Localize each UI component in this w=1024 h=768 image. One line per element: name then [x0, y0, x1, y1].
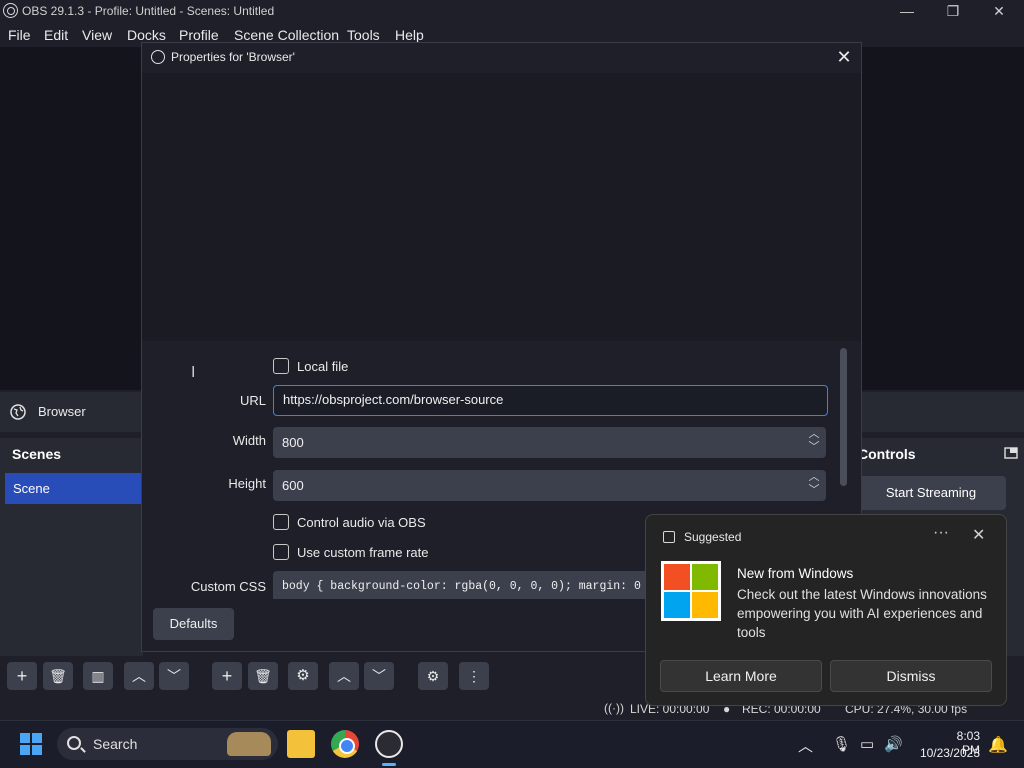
microsoft-logo-icon — [661, 561, 721, 621]
dialog-title: Properties for 'Browser' — [171, 50, 295, 64]
microphone-icon[interactable]: 🎙 — [832, 735, 851, 753]
live-signal-icon: ((·)) — [604, 701, 624, 715]
chevron-down-icon[interactable]: ﹀ — [808, 485, 820, 496]
move-source-up-icon[interactable]: ︿ — [329, 662, 359, 690]
move-scene-up-icon[interactable]: ︿ — [124, 662, 154, 690]
minimize-icon[interactable]: — — [884, 0, 930, 23]
learn-more-button[interactable]: Learn More — [660, 660, 822, 692]
local-file-checkbox[interactable] — [273, 358, 289, 374]
obs-taskbar-icon[interactable] — [375, 730, 403, 758]
menu-docks[interactable]: Docks — [127, 27, 166, 43]
file-explorer-icon[interactable] — [287, 730, 315, 758]
control-audio-checkbox[interactable] — [273, 514, 289, 530]
move-scene-down-icon[interactable]: ﹀ — [159, 662, 189, 690]
custom-css-textarea[interactable]: body { background-color: rgba(0, 0, 0, 0… — [273, 571, 651, 599]
dialog-scrollbar[interactable] — [840, 348, 847, 486]
chevron-down-icon[interactable]: ﹀ — [808, 442, 820, 453]
notification-title: New from Windows — [737, 566, 854, 581]
globe-icon — [10, 404, 26, 420]
custom-frame-rate-checkbox[interactable] — [273, 544, 289, 560]
network-icon[interactable]: ▭ — [860, 735, 874, 753]
volume-icon[interactable]: 🔊 — [884, 735, 903, 753]
window-title: OBS 29.1.3 - Profile: Untitled - Scenes:… — [22, 4, 275, 18]
windows-notification[interactable]: Suggested ··· ✕ New from Windows Check o… — [645, 514, 1007, 706]
mixer-settings-gear-icon[interactable]: ⚙ — [418, 662, 448, 690]
url-input[interactable]: https://obsproject.com/browser-source — [273, 385, 828, 416]
remove-scene-trash-icon[interactable]: 🗑 — [43, 662, 73, 690]
browser-preview — [142, 73, 861, 341]
search-placeholder: Search — [93, 736, 138, 752]
menu-view[interactable]: View — [82, 27, 112, 43]
add-source-button[interactable]: + — [212, 662, 242, 690]
search-icon — [67, 736, 81, 750]
obs-logo-icon — [3, 3, 18, 18]
controls-title: Controls — [858, 446, 916, 462]
source-name: Browser — [38, 404, 86, 419]
controls-dock-header: Controls — [855, 438, 1024, 468]
height-value: 600 — [282, 478, 304, 493]
clock-date[interactable]: 10/23/2023 — [918, 746, 980, 760]
custom-css-label: Custom CSS — [190, 579, 266, 594]
notification-header: Suggested — [684, 530, 742, 544]
url-label: URL — [239, 393, 266, 408]
scene-filters-icon[interactable]: ▥ — [83, 662, 113, 690]
menu-edit[interactable]: Edit — [44, 27, 68, 43]
height-spinbox[interactable]: 600 ︿ ﹀ — [273, 470, 826, 501]
tray-overflow-chevron-icon[interactable]: ︿ — [798, 735, 813, 756]
more-options-icon[interactable]: ··· — [933, 524, 949, 542]
start-streaming-button[interactable]: Start Streaming — [856, 476, 1006, 510]
restore-icon[interactable]: ❐ — [930, 0, 976, 23]
scene-list-item[interactable]: Scene — [5, 473, 142, 504]
chrome-icon[interactable] — [331, 730, 359, 758]
move-source-down-icon[interactable]: ﹀ — [364, 662, 394, 690]
menu-file[interactable]: File — [8, 27, 31, 43]
width-label: Width — [232, 433, 266, 448]
height-label: Height — [228, 476, 266, 491]
menu-profile[interactable]: Profile — [179, 27, 219, 43]
control-audio-label: Control audio via OBS — [297, 515, 426, 530]
obs-logo-icon — [151, 50, 165, 64]
text-cursor-icon: I — [191, 364, 196, 381]
title-bar: OBS 29.1.3 - Profile: Untitled - Scenes:… — [0, 0, 1024, 23]
scenes-dock-header: Scenes — [0, 438, 143, 468]
add-scene-button[interactable]: + — [7, 662, 37, 690]
custom-frame-rate-label: Use custom frame rate — [297, 545, 429, 560]
windows-start-icon[interactable] — [20, 733, 42, 755]
remove-source-trash-icon[interactable]: 🗑 — [248, 662, 278, 690]
menu-tools[interactable]: Tools — [347, 27, 380, 43]
dialog-title-bar: Properties for 'Browser' ✕ — [142, 43, 861, 71]
menu-help[interactable]: Help — [395, 27, 424, 43]
source-properties-gear-icon[interactable]: ⚙ — [288, 662, 318, 690]
notification-close-icon[interactable]: ✕ — [972, 525, 985, 545]
local-file-label: Local file — [297, 359, 349, 374]
more-options-icon[interactable]: ⋮ — [459, 662, 489, 690]
chevron-up-icon[interactable]: ︿ — [808, 429, 820, 440]
chevron-up-icon[interactable]: ︿ — [808, 472, 820, 483]
width-value: 800 — [282, 435, 304, 450]
close-window-icon[interactable]: ✕ — [976, 0, 1022, 23]
scenes-title: Scenes — [12, 446, 62, 462]
menu-scene-collection[interactable]: Scene Collection — [234, 27, 339, 43]
suggested-icon — [663, 531, 675, 543]
width-spinbox[interactable]: 800 ︿ ﹀ — [273, 427, 826, 458]
notification-body: Check out the latest Windows innovations… — [737, 587, 987, 640]
scene-label: Scene — [13, 481, 50, 496]
dock-undock-icon[interactable] — [1004, 447, 1018, 459]
active-app-indicator — [382, 763, 396, 766]
notification-bell-icon[interactable]: 🔔 — [988, 735, 1008, 755]
defaults-button[interactable]: Defaults — [153, 608, 234, 640]
dialog-close-icon[interactable]: ✕ — [833, 46, 855, 68]
dismiss-button[interactable]: Dismiss — [830, 660, 992, 692]
search-highlight-image — [227, 732, 271, 756]
taskbar-search[interactable]: Search — [57, 728, 278, 760]
